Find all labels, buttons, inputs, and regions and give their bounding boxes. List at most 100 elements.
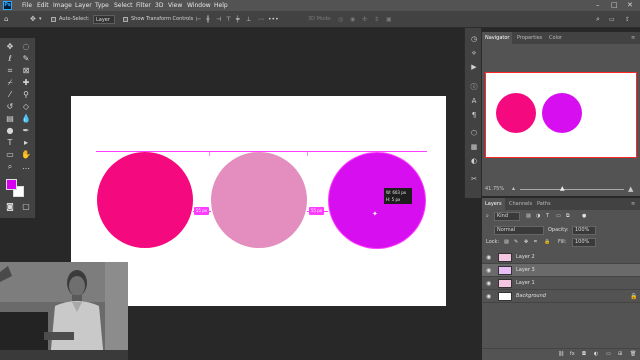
brush-settings-icon[interactable]: ⟡ [469,48,479,58]
align-right-icon[interactable]: ⊣ [216,11,221,28]
crop-tool-icon[interactable]: ⌗ [3,65,17,76]
3d-pan-icon[interactable]: ✣ [362,11,367,28]
info-icon[interactable]: ⓘ [469,82,479,92]
gradient-tool-icon[interactable]: ▤ [3,113,17,124]
menu-file[interactable]: File [22,0,32,11]
distribute-horizontal-icon[interactable]: ⋯ [258,11,264,28]
filter-shape-icon[interactable]: ▭ [556,212,561,221]
filter-type-icon[interactable]: T [546,212,549,221]
layer-name[interactable]: Layer 3 [516,264,535,277]
show-transform-checkbox[interactable] [123,17,128,22]
paragraph-icon[interactable]: ¶ [469,110,479,120]
close-button[interactable]: ✕ [627,0,633,11]
workspace-icon[interactable]: ▭ [609,11,615,28]
shapes-icon[interactable]: ⬡ [469,128,479,138]
zoom-slider-handle[interactable]: ▲ [560,184,565,194]
filter-pixel-icon[interactable]: ▨ [526,212,531,221]
tools-settings-icon[interactable]: ✂ [469,174,479,184]
auto-select-dropdown[interactable]: Layer [93,15,115,24]
dodge-tool-icon[interactable]: ● [3,125,17,136]
minimize-button[interactable]: – [596,0,600,11]
3d-slide-icon[interactable]: ⇕ [374,11,379,28]
menu-type[interactable]: Type [95,0,109,11]
panel-menu-icon[interactable]: ≡ [628,32,638,44]
filter-toggle[interactable]: ● [582,212,586,221]
frame-tool-icon[interactable]: ⊠ [19,65,33,76]
layers-menu-icon[interactable]: ≡ [628,198,638,210]
foreground-color-swatch[interactable] [6,179,17,190]
align-middle-icon[interactable]: ╪ [236,11,240,28]
layer-row[interactable]: ◉ Layer 2 [482,251,640,264]
path-select-tool-icon[interactable]: ▸ [19,137,33,148]
shape-tool-icon[interactable]: ▭ [3,149,17,160]
menu-select[interactable]: Select [114,0,133,11]
menu-image[interactable]: Image [53,0,72,11]
more-options-icon[interactable]: ••• [268,11,279,28]
move-tool-icon[interactable]: ✥ [3,41,17,52]
layer-row[interactable]: ◉ Layer 1 [482,277,640,290]
blur-tool-icon[interactable]: 💧 [19,113,33,124]
history-icon[interactable]: ◷ [469,34,479,44]
tab-paths[interactable]: Paths [534,198,554,210]
screen-mode-icon[interactable]: ▢ [19,201,33,212]
lock-image-icon[interactable]: ✎ [514,238,518,247]
blend-mode-dropdown[interactable]: Normal [494,226,544,235]
search-icon[interactable]: ⌕ [596,11,600,28]
history-brush-tool-icon[interactable]: ↺ [3,101,17,112]
adjustment-layer-icon[interactable]: ◐ [594,350,598,359]
layer-row[interactable]: ◉ Background 🔒 [482,290,640,303]
layer-name[interactable]: Layer 1 [516,277,535,290]
align-center-icon[interactable]: ╫ [206,11,210,28]
layer-name[interactable]: Background [516,290,546,303]
kind-dropdown[interactable]: Kind [494,212,520,221]
move-tool-icon[interactable]: ✥ [30,11,36,28]
share-icon[interactable]: ⇪ [625,11,630,28]
quick-select-tool-icon[interactable]: ✎ [19,53,33,64]
new-layer-icon[interactable]: ⊞ [618,350,622,359]
eye-icon[interactable]: ◉ [486,290,491,303]
3d-roll-icon[interactable]: ◉ [350,11,355,28]
lock-artboard-icon[interactable]: ⌗ [534,238,537,247]
3d-scale-icon[interactable]: ▣ [386,11,392,28]
menu-help[interactable]: Help [214,0,228,11]
play-actions-icon[interactable]: ▶ [469,62,479,72]
menu-edit[interactable]: Edit [37,0,49,11]
lock-position-icon[interactable]: ✥ [524,238,528,247]
zoom-in-icon[interactable]: ▲ [628,184,633,194]
layer-row-selected[interactable]: ◉ Layer 3 [482,264,640,277]
lock-all-icon[interactable]: 🔒 [544,238,550,247]
eye-icon[interactable]: ◉ [486,264,491,277]
clone-stamp-tool-icon[interactable]: ⚲ [19,89,33,100]
link-layers-icon[interactable]: ⛓ [558,350,564,359]
align-bottom-icon[interactable]: ⊥ [246,11,251,28]
tab-layers[interactable]: Layers [482,198,505,210]
eyedropper-tool-icon[interactable]: ⌿ [3,77,17,88]
lock-transparent-icon[interactable]: ▨ [504,238,509,247]
zoom-value[interactable]: 41.75% [485,184,504,194]
navigator-preview[interactable] [485,72,637,158]
menu-window[interactable]: Window [187,0,211,11]
type-tool-icon[interactable]: T [3,137,17,148]
opacity-field[interactable]: 100% [572,226,596,235]
menu-view[interactable]: View [168,0,182,11]
healing-brush-tool-icon[interactable]: ✚ [19,77,33,88]
align-top-icon[interactable]: ⊤ [226,11,231,28]
layer-name[interactable]: Layer 2 [516,251,535,264]
lasso-tool-icon[interactable]: ℓ [3,53,17,64]
zoom-out-icon[interactable]: ▴ [512,184,515,194]
menu-layer[interactable]: Layer [75,0,92,11]
brush-tool-icon[interactable]: ⁄ [3,89,17,100]
auto-select-checkbox[interactable] [51,17,56,22]
3d-rotate-icon[interactable]: ◎ [338,11,343,28]
align-left-icon[interactable]: ⊢ [196,11,201,28]
tab-properties[interactable]: Properties [514,32,545,44]
layer-style-icon[interactable]: fx [570,350,575,359]
add-mask-icon[interactable]: ◘ [582,350,586,359]
tab-channels[interactable]: Channels [506,198,535,210]
marquee-tool-icon[interactable]: ◌ [19,41,33,52]
zoom-slider-track[interactable] [520,189,624,190]
eraser-tool-icon[interactable]: ◇ [19,101,33,112]
swatches-icon[interactable]: ▦ [469,142,479,152]
maximize-button[interactable]: □ [611,0,618,11]
hand-tool-icon[interactable]: ✋ [19,149,33,160]
